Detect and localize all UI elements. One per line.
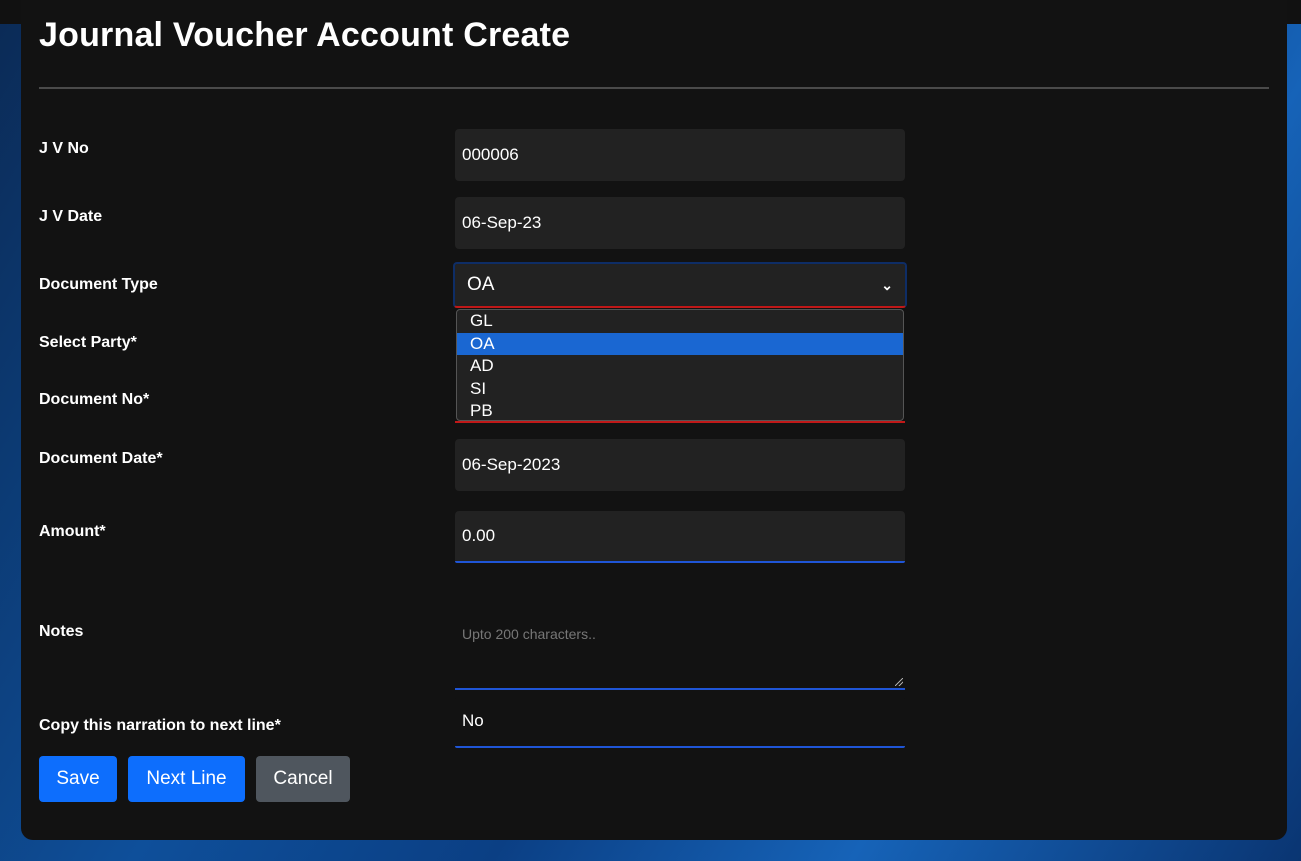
copy-narration-select[interactable]: No bbox=[455, 696, 905, 748]
document-date-label: Document Date* bbox=[39, 450, 163, 467]
document-no-label: Document No* bbox=[39, 391, 150, 408]
notes-textarea[interactable]: Upto 200 characters.. bbox=[455, 610, 905, 690]
document-date-field[interactable]: 06-Sep-2023 bbox=[455, 439, 905, 491]
dropdown-option-ad[interactable]: AD bbox=[457, 355, 903, 378]
amount-label: Amount* bbox=[39, 523, 106, 540]
resize-handle-icon[interactable] bbox=[895, 678, 903, 686]
document-type-label: Document Type bbox=[39, 276, 158, 293]
chevron-down-icon: ⌄ bbox=[881, 276, 893, 293]
dropdown-option-si[interactable]: SI bbox=[457, 378, 903, 401]
page-title: Journal Voucher Account Create bbox=[39, 16, 571, 54]
save-button[interactable]: Save bbox=[39, 756, 117, 802]
copy-narration-label: Copy this narration to next line* bbox=[39, 717, 281, 734]
dropdown-option-pb[interactable]: PB bbox=[457, 400, 903, 423]
jv-no-field[interactable]: 000006 bbox=[455, 129, 905, 181]
document-type-selected-value: OA bbox=[467, 274, 495, 295]
dropdown-option-oa[interactable]: OA bbox=[457, 332, 903, 355]
dropdown-option-gl[interactable]: GL bbox=[457, 310, 903, 333]
notes-label: Notes bbox=[39, 623, 84, 640]
next-line-button[interactable]: Next Line bbox=[128, 756, 245, 802]
divider bbox=[39, 87, 1269, 89]
select-party-label: Select Party* bbox=[39, 334, 137, 351]
document-type-select[interactable]: OA ⌄ bbox=[453, 262, 907, 308]
notes-placeholder: Upto 200 characters.. bbox=[462, 626, 596, 642]
cancel-button[interactable]: Cancel bbox=[256, 756, 350, 802]
jv-date-field[interactable]: 06-Sep-23 bbox=[455, 197, 905, 249]
amount-field[interactable]: 0.00 bbox=[455, 511, 905, 563]
jv-date-label: J V Date bbox=[39, 208, 103, 225]
document-type-dropdown: GL OA AD SI PB bbox=[456, 309, 904, 421]
form-card: Journal Voucher Account Create J V No 00… bbox=[21, 0, 1287, 840]
jv-no-label: J V No bbox=[39, 140, 89, 157]
